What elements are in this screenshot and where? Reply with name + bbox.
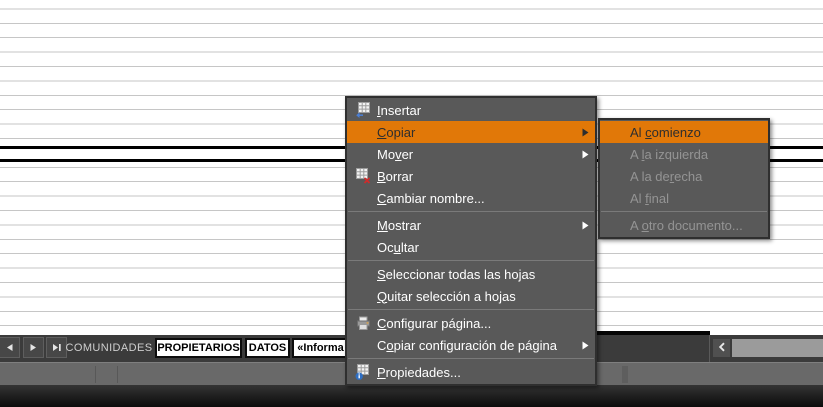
menu-separator [348, 260, 594, 261]
menu-item-propiedades[interactable]: Propiedades... [347, 361, 595, 383]
tabs-scrollbar-thumb[interactable] [732, 339, 823, 357]
menu-item-al-comienzo[interactable]: Al comienzo [600, 121, 768, 143]
menu-item-quitar-seleccion-a-hojas[interactable]: Quitar selección a hojas [347, 285, 595, 307]
arrow-right-icon [29, 339, 38, 357]
icon-spacer [351, 287, 375, 305]
tabs-scrollbar-left-button[interactable] [713, 339, 730, 357]
tabbar-scrollbar-divider [709, 335, 710, 362]
menu-item-label: Cambiar nombre... [375, 191, 579, 206]
menu-item-label: A la derecha [628, 169, 752, 184]
arrow-left-icon [5, 339, 14, 357]
scroll-tabs-left-button[interactable] [0, 337, 20, 358]
icon-spacer [604, 167, 628, 185]
sheet-context-menu: Insertar Copiar Mover Borrar Cambiar nombre.… [345, 96, 597, 386]
chevron-left-icon [718, 339, 726, 357]
menu-item-seleccionar-todas-las-hojas[interactable]: Seleccionar todas las hojas [347, 263, 595, 285]
menu-item-label: Al final [628, 191, 752, 206]
menu-item-label: Ocultar [375, 240, 579, 255]
menu-item-label: Insertar [375, 103, 579, 118]
menu-item-label: Copiar configuración de página [375, 338, 579, 353]
submenu-arrow-icon [579, 341, 589, 350]
menu-item-ocultar[interactable]: Ocultar [347, 236, 595, 258]
menu-item-borrar[interactable]: Borrar [347, 165, 595, 187]
menu-item-label: Copiar [375, 125, 579, 140]
submenu-arrow-icon [579, 221, 589, 230]
sheet-properties-icon [351, 363, 375, 381]
menu-item-insertar[interactable]: Insertar [347, 99, 595, 121]
menu-separator [348, 211, 594, 212]
menu-item-copiar-configuracion-de-pagina[interactable]: Copiar configuración de página [347, 334, 595, 356]
sheet-tab-propietarios[interactable]: PROPIETARIOS [155, 338, 242, 358]
menu-item-label: Borrar [375, 169, 579, 184]
sheet-tab-datos[interactable]: DATOS [245, 338, 290, 358]
icon-spacer [351, 238, 375, 256]
icon-spacer [351, 145, 375, 163]
menu-item-label: Mover [375, 147, 579, 162]
icon-spacer [351, 216, 375, 234]
menu-item-a-otro-documento: A otro documento... [600, 214, 768, 236]
arrow-right-end-icon [52, 339, 62, 357]
window-bottom-strip [0, 385, 823, 407]
icon-spacer [604, 216, 628, 234]
submenu-arrow-icon [579, 150, 589, 159]
menu-item-label: Seleccionar todas las hojas [375, 267, 579, 282]
menu-separator [601, 211, 767, 212]
libreoffice-calc-window: COMUNIDADESPROPIETARIOSDATOS«Informa Ins… [0, 0, 823, 407]
icon-spacer [351, 189, 375, 207]
submenu-arrow-icon [579, 128, 589, 137]
menu-item-label: A la izquierda [628, 147, 752, 162]
menu-item-a-la-derecha: A la derecha [600, 165, 768, 187]
status-separator [622, 366, 628, 383]
menu-item-mover[interactable]: Mover [347, 143, 595, 165]
menu-item-cambiar-nombre[interactable]: Cambiar nombre... [347, 187, 595, 209]
menu-item-label: Mostrar [375, 218, 579, 233]
menu-separator [348, 358, 594, 359]
scroll-tabs-right-button[interactable] [23, 337, 44, 358]
menu-item-configurar-pagina[interactable]: Configurar página... [347, 312, 595, 334]
sheet-tab-comunidades[interactable]: COMUNIDADES [64, 338, 154, 358]
menu-item-label: Propiedades... [375, 365, 579, 380]
menu-item-a-la-izquierda: A la izquierda [600, 143, 768, 165]
icon-spacer [351, 336, 375, 354]
icon-spacer [604, 123, 628, 141]
page-setup-icon [351, 314, 375, 332]
menu-item-copiar[interactable]: Copiar [347, 121, 595, 143]
menu-item-label: Al comienzo [628, 125, 752, 140]
menu-item-label: A otro documento... [628, 218, 752, 233]
menu-item-label: Quitar selección a hojas [375, 289, 579, 304]
icon-spacer [351, 123, 375, 141]
icon-spacer [604, 189, 628, 207]
icon-spacer [604, 145, 628, 163]
menu-item-al-final: Al final [600, 187, 768, 209]
sheet-tab-informa[interactable]: «Informa [292, 338, 349, 358]
menu-separator [348, 309, 594, 310]
insert-sheet-icon [351, 101, 375, 119]
copy-sheet-submenu: Al comienzo A la izquierda A la derecha Al … [598, 118, 770, 239]
menu-item-mostrar[interactable]: Mostrar [347, 214, 595, 236]
menu-item-label: Configurar página... [375, 316, 579, 331]
delete-sheet-icon [351, 167, 375, 185]
status-separator [95, 366, 96, 383]
icon-spacer [351, 265, 375, 283]
status-separator [117, 366, 118, 383]
